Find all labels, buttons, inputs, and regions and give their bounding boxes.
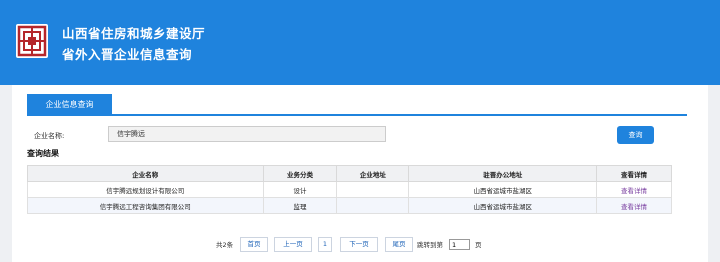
last-page-button[interactable]: 尾页 <box>385 237 413 252</box>
jump-label: 跳转到第 <box>417 241 443 249</box>
column-header: 查看详情 <box>596 165 672 182</box>
prev-page-button[interactable]: 上一页 <box>274 237 312 252</box>
column-header: 业务分类 <box>262 165 338 182</box>
next-page-button[interactable]: 下一页 <box>340 237 378 252</box>
site-subtitle: 省外入晋企业信息查询 <box>62 47 193 62</box>
jump-page-input[interactable] <box>449 239 470 250</box>
table-row: 信宇腾远工程咨询集团有限公司 监理 山西省运城市盐湖区 查看详情 <box>27 197 672 214</box>
search-button[interactable]: 查询 <box>617 126 654 144</box>
current-page[interactable]: 1 <box>318 237 332 252</box>
results-table: 企业名称 业务分类 企业地址 驻晋办公地址 查看详情 信宇腾远规划设计有限公司 … <box>27 165 672 214</box>
results-title: 查询结果 <box>27 149 59 158</box>
total-count: 共2条 <box>216 241 234 249</box>
view-details-link[interactable]: 查看详情 <box>596 197 672 214</box>
office-address-cell: 山西省运城市盐湖区 <box>408 197 598 214</box>
column-header: 企业地址 <box>336 165 410 182</box>
company-name-label: 企业名称: <box>34 132 65 140</box>
tab-enterprise-query[interactable]: 企业信息查询 <box>27 94 112 115</box>
tab-underline <box>27 114 687 116</box>
first-page-button[interactable]: 首页 <box>240 237 268 252</box>
page-header: 山西省住房和城乡建设厅 省外入晋企业信息查询 <box>0 0 720 85</box>
company-address-cell <box>336 197 410 214</box>
office-address-cell: 山西省运城市盐湖区 <box>408 181 598 198</box>
view-details-link[interactable]: 查看详情 <box>596 181 672 198</box>
business-category-cell: 设计 <box>262 181 338 198</box>
table-row: 信宇腾远规划设计有限公司 设计 山西省运城市盐湖区 查看详情 <box>27 181 672 198</box>
main-panel: 企业信息查询 企业名称: 查询 查询结果 企业名称 业务分类 企业地址 驻晋办公… <box>12 85 708 262</box>
column-header: 企业名称 <box>27 165 264 182</box>
company-name-input[interactable] <box>108 126 386 142</box>
pagination: 共2条 首页 上一页 1 下一页 尾页 跳转到第 页 <box>12 237 708 253</box>
site-title: 山西省住房和城乡建设厅 <box>62 26 206 41</box>
company-name-cell: 信宇腾远规划设计有限公司 <box>27 181 264 198</box>
company-name-cell: 信宇腾远工程咨询集团有限公司 <box>27 197 264 214</box>
company-address-cell <box>336 181 410 198</box>
ministry-seal-logo-icon <box>16 24 48 58</box>
table-header-row: 企业名称 业务分类 企业地址 驻晋办公地址 查看详情 <box>27 165 672 182</box>
page-suffix: 页 <box>475 241 482 249</box>
column-header: 驻晋办公地址 <box>408 165 598 182</box>
business-category-cell: 监理 <box>262 197 338 214</box>
